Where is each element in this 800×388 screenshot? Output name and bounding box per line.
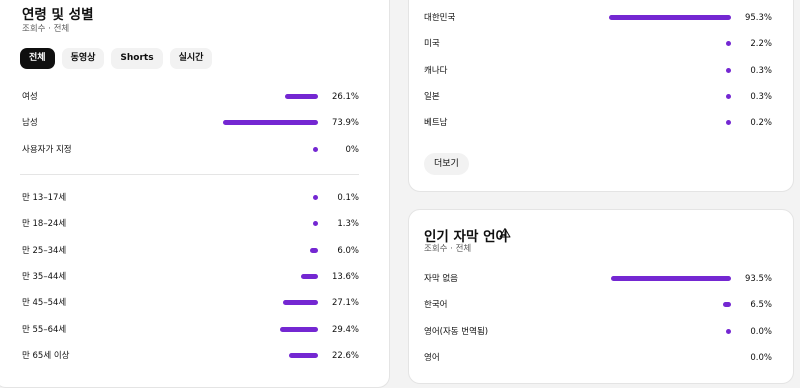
age-value: 6.0% [337,246,359,256]
section-divider [20,174,359,175]
age-label: 만 65세 이상 [22,351,70,361]
age-bar [283,300,318,305]
gender-bar [223,120,318,125]
age-row: 만 25–34세 6.0% [22,244,359,258]
language-bar [722,302,731,307]
age-row: 만 55–64세 29.4% [22,323,359,337]
age-row: 만 13–17세 0.1% [22,191,359,205]
country-bar [609,15,731,20]
subtitle-languages-subtitle: 조회수 · 전체 [424,244,472,254]
gender-value: 0% [345,145,360,155]
language-row: 한국어 6.5% [424,298,772,312]
country-value: 0.3% [750,66,772,76]
age-label: 만 18–24세 [22,219,67,229]
age-value: 1.3% [337,219,359,229]
age-label: 만 13–17세 [22,193,67,203]
gender-label: 남성 [22,118,38,128]
age-label: 만 35–44세 [22,272,67,282]
age-label: 만 25–34세 [22,246,67,256]
language-bar [611,276,731,281]
age-value: 0.1% [337,193,359,203]
country-label: 미국 [424,39,440,49]
language-row: 영어 0.0% [424,351,772,365]
country-bar [726,41,731,46]
gender-row: 여성 26.1% [22,90,359,104]
language-bar [726,329,731,334]
tab-videos[interactable]: 동영상 [61,48,105,69]
age-value: 22.6% [331,351,359,361]
language-label: 자막 없음 [424,274,458,284]
content-type-tabs: 전체 동영상 Shorts 실시간 [20,48,213,69]
country-bar [726,94,731,99]
age-row: 만 18–24세 1.3% [22,217,359,231]
language-row: 영어(자동 번역됨) 0.0% [424,325,772,339]
tab-all[interactable]: 전체 [20,48,55,69]
gender-row: 사용자가 지정 0% [22,143,359,157]
language-value: 6.5% [750,300,772,310]
age-row: 만 35–44세 13.6% [22,270,359,284]
country-bar [726,68,731,73]
age-label: 만 45–54세 [22,298,67,308]
country-label: 캐나다 [424,66,448,76]
age-value: 27.1% [331,298,359,308]
age-bar [313,195,318,200]
country-label: 일본 [424,92,440,102]
country-label: 대한민국 [424,13,456,23]
age-label: 만 55–64세 [22,325,67,335]
language-label: 한국어 [424,300,448,310]
age-gender-subtitle: 조회수 · 전체 [22,24,70,34]
language-row: 자막 없음 93.5% [424,272,772,286]
language-label: 영어(자동 번역됨) [424,327,489,337]
show-more-button[interactable]: 더보기 [424,153,469,175]
language-label: 영어 [424,353,440,363]
gender-value: 26.1% [331,92,359,102]
country-value: 2.2% [750,39,772,49]
age-bar [300,274,318,279]
gender-bar [313,147,318,152]
age-bar [280,327,318,332]
gender-label: 여성 [22,92,38,102]
tab-live[interactable]: 실시간 [169,48,213,69]
language-value: 0.0% [750,327,772,337]
gender-row: 남성 73.9% [22,116,359,130]
age-value: 13.6% [331,272,359,282]
language-value: 0.0% [750,353,772,363]
country-value: 0.2% [750,118,772,128]
gender-bar [284,94,318,99]
country-row: 베트남 0.2% [424,116,772,130]
country-bar [726,120,731,125]
country-label: 베트남 [424,118,448,128]
age-bar [310,248,318,253]
age-value: 29.4% [331,325,359,335]
gender-value: 73.9% [331,118,359,128]
age-row: 만 65세 이상 22.6% [22,349,359,363]
age-bar [313,221,318,226]
country-value: 0.3% [750,92,772,102]
country-row: 캐나다 0.3% [424,64,772,78]
age-bar [289,353,318,358]
country-row: 일본 0.3% [424,90,772,104]
tab-shorts[interactable]: Shorts [111,48,163,69]
age-row: 만 45–54세 27.1% [22,296,359,310]
age-gender-title: 연령 및 성별 [22,7,94,23]
country-row: 미국 2.2% [424,37,772,51]
gender-label: 사용자가 지정 [22,145,72,155]
country-value: 95.3% [744,13,772,23]
language-value: 93.5% [744,274,772,284]
country-row: 대한민국 95.3% [424,11,772,25]
warning-icon[interactable] [499,227,511,239]
